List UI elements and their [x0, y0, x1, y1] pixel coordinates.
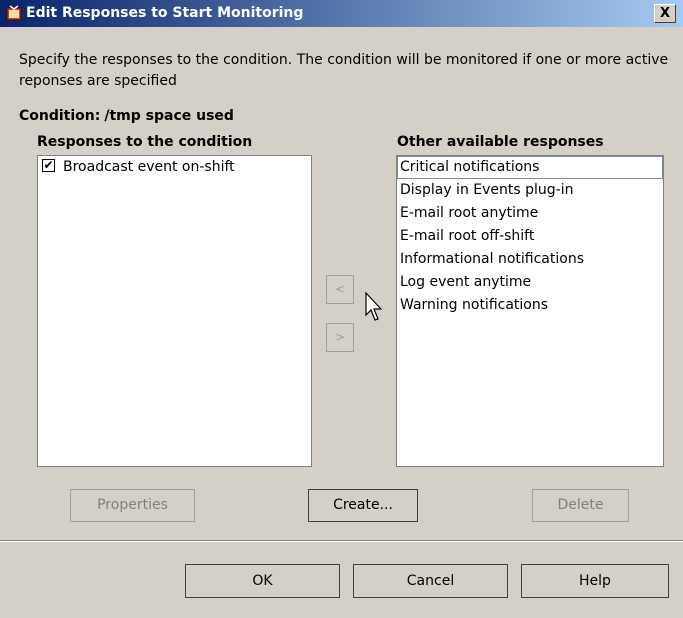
add-response-button[interactable]: <: [326, 275, 354, 304]
window-title: Edit Responses to Start Monitoring: [26, 5, 304, 21]
app-icon: [6, 5, 22, 21]
available-item-email-offshift[interactable]: E-mail root off-shift: [397, 225, 663, 248]
response-checkbox[interactable]: ✔: [42, 158, 55, 172]
available-item-critical[interactable]: Critical notifications: [397, 156, 663, 179]
delete-button[interactable]: Delete: [532, 489, 629, 522]
cancel-button[interactable]: Cancel: [353, 564, 508, 598]
close-button[interactable]: X: [654, 4, 676, 23]
ok-button[interactable]: OK: [185, 564, 340, 598]
condition-line: Condition:/tmp space used: [19, 108, 234, 124]
available-header: Other available responses: [397, 134, 604, 150]
available-responses-list[interactable]: Critical notifications Display in Events…: [396, 155, 664, 467]
condition-value: /tmp space used: [104, 108, 234, 124]
available-item-warning[interactable]: Warning notifications: [397, 294, 663, 317]
available-item-log-event[interactable]: Log event anytime: [397, 271, 663, 294]
help-button[interactable]: Help: [521, 564, 669, 598]
create-button[interactable]: Create...: [308, 489, 418, 522]
available-item-display-events[interactable]: Display in Events plug-in: [397, 179, 663, 202]
instructions-text: Specify the responses to the condition. …: [19, 52, 669, 89]
footer-separator: [0, 540, 683, 542]
remove-response-button[interactable]: >: [326, 323, 354, 352]
available-item-informational[interactable]: Informational notifications: [397, 248, 663, 271]
responses-header: Responses to the condition: [37, 134, 253, 150]
properties-button[interactable]: Properties: [70, 489, 195, 522]
response-item[interactable]: ✔ Broadcast event on-shift: [38, 156, 311, 179]
title-bar: Edit Responses to Start Monitoring X: [0, 0, 683, 27]
available-item-email-anytime[interactable]: E-mail root anytime: [397, 202, 663, 225]
responses-list[interactable]: ✔ Broadcast event on-shift: [37, 155, 312, 467]
condition-label: Condition:: [19, 108, 101, 124]
mouse-pointer-icon: [365, 291, 383, 321]
response-item-label: Broadcast event on-shift: [63, 159, 235, 175]
